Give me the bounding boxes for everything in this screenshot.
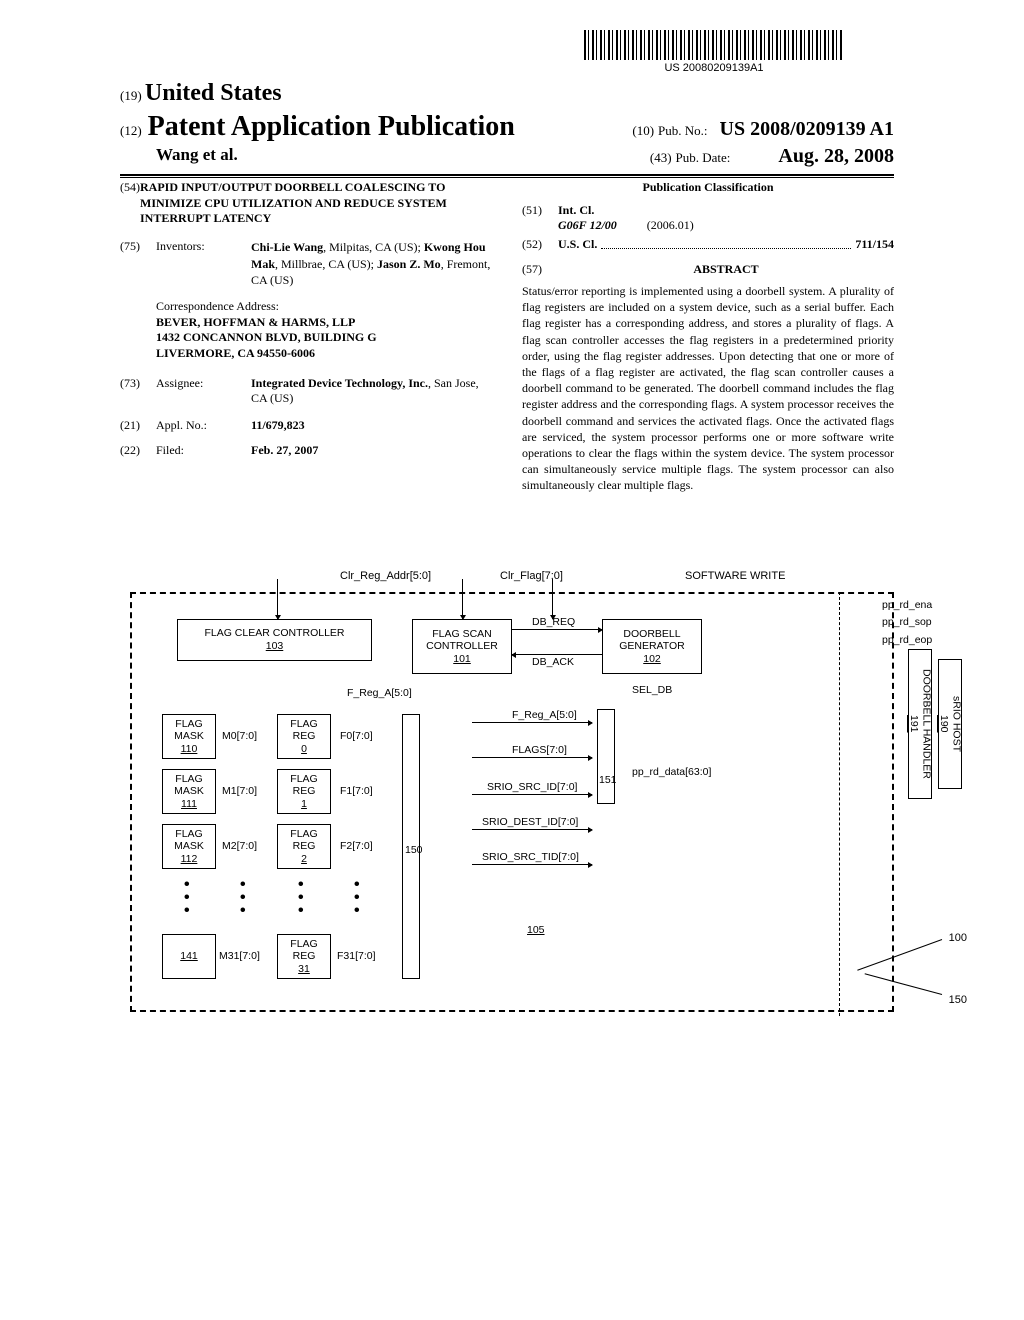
block-flag-reg-1: FLAG REG1: [277, 769, 331, 814]
code-54: (54): [120, 180, 140, 227]
block-flag-mask-31: 141: [162, 934, 216, 979]
block-flag-clear-controller: FLAG CLEAR CONTROLLER 103: [177, 619, 372, 661]
mux-150-label: 150: [405, 844, 423, 856]
mux-151-label: 151: [599, 774, 617, 786]
appl-label: Appl. No.:: [156, 418, 251, 433]
ref-100: 100: [949, 932, 967, 944]
publication-date: Aug. 28, 2008: [778, 145, 894, 167]
mux-151: [597, 709, 615, 804]
code-10: (10): [632, 123, 654, 138]
code-12: (12): [120, 123, 142, 139]
correspondence-street: 1432 CONCANNON BLVD, BUILDING G: [156, 330, 492, 346]
block-flag-mask-1: FLAG MASK111: [162, 769, 216, 814]
block-doorbell-generator: DOORBELL GENERATOR 102: [602, 619, 702, 674]
intcl-code: G06F 12/00: [558, 218, 617, 232]
barcode-graphic: [584, 30, 844, 60]
pub-date-label: Pub. Date:: [676, 150, 731, 165]
correspondence-name: BEVER, HOFFMAN & HARMS, LLP: [156, 315, 492, 331]
block-flag-mask-2: FLAG MASK112: [162, 824, 216, 869]
ref-150: 150: [949, 994, 967, 1006]
correspondence-label: Correspondence Address:: [156, 299, 492, 315]
application-number: 11/679,823: [251, 418, 305, 432]
sig-pp-rd-ena: pp_rd_ena: [882, 599, 952, 611]
sig-db-req: DB_REQ: [532, 616, 575, 628]
sig-m31: M31[7:0]: [219, 950, 260, 962]
code-52: (52): [522, 237, 558, 252]
sig-f31: F31[7:0]: [337, 950, 376, 962]
figure-diagram: Clr_Reg_Addr[5:0] Clr_Flag[7:0] SOFTWARE…: [130, 570, 894, 1012]
sig-f1: F1[7:0]: [340, 785, 373, 797]
authors: Wang et al.: [156, 145, 238, 164]
assignee-label: Assignee:: [156, 376, 251, 406]
abstract-text: Status/error reporting is implemented us…: [522, 283, 894, 493]
sig-sel-db: SEL_DB: [632, 684, 672, 696]
sig-m0: M0[7:0]: [222, 730, 257, 742]
sig-pp-rd-eop: pp_rd_eop: [882, 634, 952, 646]
inventor-3: Jason Z. Mo: [377, 257, 441, 271]
sig-m1: M1[7:0]: [222, 785, 257, 797]
uscl-label: U.S. Cl.: [558, 237, 597, 251]
sig-software-write: SOFTWARE WRITE: [685, 570, 785, 582]
block-flag-reg-31: FLAG REG31: [277, 934, 331, 979]
header: (19) United States (12) Patent Applicati…: [120, 80, 894, 178]
intcl-label: Int. Cl.: [558, 203, 594, 217]
sig-clr-reg-addr: Clr_Reg_Addr[5:0]: [340, 570, 431, 582]
code-57: (57): [522, 262, 558, 277]
assignee-name: Integrated Device Technology, Inc.: [251, 376, 428, 390]
block-flag-reg-0: FLAG REG0: [277, 714, 331, 759]
intcl-date: (2006.01): [647, 218, 694, 232]
publication-type: Patent Application Publication: [148, 111, 515, 143]
sig-f2: F2[7:0]: [340, 840, 373, 852]
sig-f-reg-a-1: F_Reg_A[5:0]: [347, 687, 412, 699]
bibliographic-body: (54) RAPID INPUT/OUTPUT DOORBELL COALESC…: [120, 180, 894, 493]
block-flag-mask-0: FLAG MASK110: [162, 714, 216, 759]
block-flag-scan-controller: FLAG SCAN CONTROLLER 101: [412, 619, 512, 674]
sig-srio-src-tid: SRIO_SRC_TID[7:0]: [482, 851, 579, 863]
sig-pp-rd-data: pp_rd_data[63:0]: [632, 766, 711, 778]
classification-title: Publication Classification: [522, 180, 894, 195]
country: United States: [145, 80, 282, 106]
code-51: (51): [522, 203, 558, 233]
barcode-area: US 20080209139A1: [584, 30, 844, 74]
code-22: (22): [120, 443, 156, 458]
code-19: (19): [120, 88, 142, 103]
filed-label: Filed:: [156, 443, 251, 458]
block-srio-host: sRIO HOST 190: [938, 659, 962, 789]
sig-m2: M2[7:0]: [222, 840, 257, 852]
publication-number: US 2008/0209139 A1: [720, 118, 894, 140]
sig-clr-flag: Clr_Flag[7:0]: [500, 570, 563, 582]
invention-title: RAPID INPUT/OUTPUT DOORBELL COALESCING T…: [140, 180, 492, 227]
inventors-label: Inventors:: [156, 239, 251, 289]
inventor-1: Chi-Lie Wang: [251, 240, 323, 254]
code-43: (43): [650, 150, 672, 165]
sig-srio-dest-id: SRIO_DEST_ID[7:0]: [482, 816, 578, 828]
code-73: (73): [120, 376, 156, 406]
abstract-label: ABSTRACT: [522, 262, 894, 277]
code-21: (21): [120, 418, 156, 433]
barcode-id: US 20080209139A1: [584, 62, 844, 74]
code-75: (75): [120, 239, 156, 289]
reg-105: 105: [527, 924, 545, 936]
uscl-value: 711/154: [855, 237, 894, 252]
correspondence-city: LIVERMORE, CA 94550-6006: [156, 346, 492, 362]
sig-flags: FLAGS[7:0]: [512, 744, 567, 756]
pub-no-label: Pub. No.:: [658, 123, 707, 138]
sig-f0: F0[7:0]: [340, 730, 373, 742]
sig-pp-rd-sop: pp_rd_sop: [882, 616, 952, 628]
filed-date: Feb. 27, 2007: [251, 443, 318, 457]
sig-f-reg-a-2: F_Reg_A[5:0]: [512, 709, 577, 721]
sig-srio-src-id: SRIO_SRC_ID[7:0]: [487, 781, 577, 793]
sig-db-ack: DB_ACK: [532, 656, 574, 668]
block-doorbell-handler: DOORBELL HANDLER 191: [908, 649, 932, 799]
block-flag-reg-2: FLAG REG2: [277, 824, 331, 869]
